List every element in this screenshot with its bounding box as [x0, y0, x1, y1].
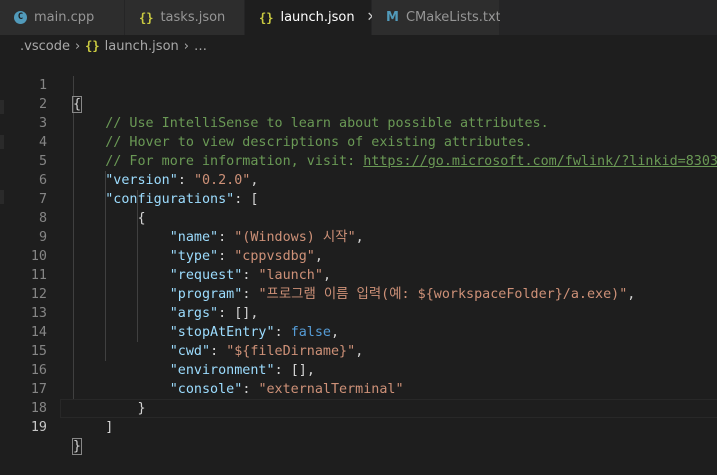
tab-label: CMakeLists.txt	[405, 10, 501, 25]
code-line: 13 "stopAtEntry": false,	[0, 285, 717, 340]
code-line: 2 // Use IntelliSense to learn about pos…	[0, 76, 717, 131]
code-line: 4 // For more information, visit: https:…	[0, 114, 717, 169]
tab-label: launch.json	[280, 10, 355, 25]
code-line: 7 {	[0, 171, 717, 226]
code-line: 17 }	[0, 361, 717, 416]
bracket: }	[71, 438, 83, 455]
code-line: 19 }	[0, 399, 717, 455]
code-line: 10 "request": "launch",	[0, 228, 717, 283]
chevron-right-icon: ›	[183, 38, 189, 54]
code-line: 12 "args": [],	[0, 266, 717, 321]
json-braces-icon: {}	[259, 10, 274, 25]
tab-label: main.cpp	[34, 10, 95, 25]
code-line: 1 {	[0, 57, 717, 113]
code-line: 3 // Hover to view descriptions of exist…	[0, 95, 717, 150]
c-icon: C	[14, 11, 27, 24]
code-editor[interactable]: 1 { 2 // Use IntelliSense to learn about…	[0, 57, 717, 455]
code-line: 6 "configurations": [	[0, 152, 717, 207]
code-line: 8 "name": "(Windows) 시작",	[0, 190, 717, 245]
code-line: 15 "environment": [],	[0, 323, 717, 378]
code-line: 18 ]	[0, 380, 717, 435]
sidebar-edge	[0, 190, 4, 204]
code-line: 11 "program": "프로그램 이름 입력(예: ${workspace…	[0, 247, 717, 302]
json-braces-icon: {}	[85, 39, 100, 53]
code-line: 9 "type": "cppvsdbg",	[0, 209, 717, 264]
tab-cmakelists[interactable]: M CMakeLists.txt	[372, 0, 501, 35]
breadcrumb-folder[interactable]: .vscode	[20, 39, 70, 54]
code-line: 14 "cwd": "${fileDirname}",	[0, 304, 717, 359]
line-number: 19	[30, 420, 47, 435]
breadcrumb-file[interactable]: launch.json	[105, 39, 179, 54]
sidebar-edge	[0, 135, 4, 149]
editor-tab-bar: C main.cpp {} tasks.json {} launch.json …	[0, 0, 717, 35]
chevron-right-icon: ›	[74, 38, 81, 54]
code-line: 5 "version": "0.2.0",	[0, 133, 717, 188]
tab-tasks-json[interactable]: {} tasks.json	[125, 0, 245, 35]
cmake-icon: M	[386, 10, 399, 25]
code-line: 16 "console": "externalTerminal"	[0, 342, 717, 397]
sidebar-edge	[0, 100, 4, 114]
json-braces-icon: {}	[139, 10, 154, 25]
tab-label: tasks.json	[160, 10, 226, 25]
tab-bar-empty-space	[500, 0, 717, 35]
tab-launch-json[interactable]: {} launch.json ✕	[245, 0, 378, 35]
tab-main-cpp[interactable]: C main.cpp	[0, 0, 125, 35]
breadcrumb-more[interactable]: …	[194, 39, 207, 54]
breadcrumb: .vscode › {} launch.json › …	[0, 35, 717, 57]
